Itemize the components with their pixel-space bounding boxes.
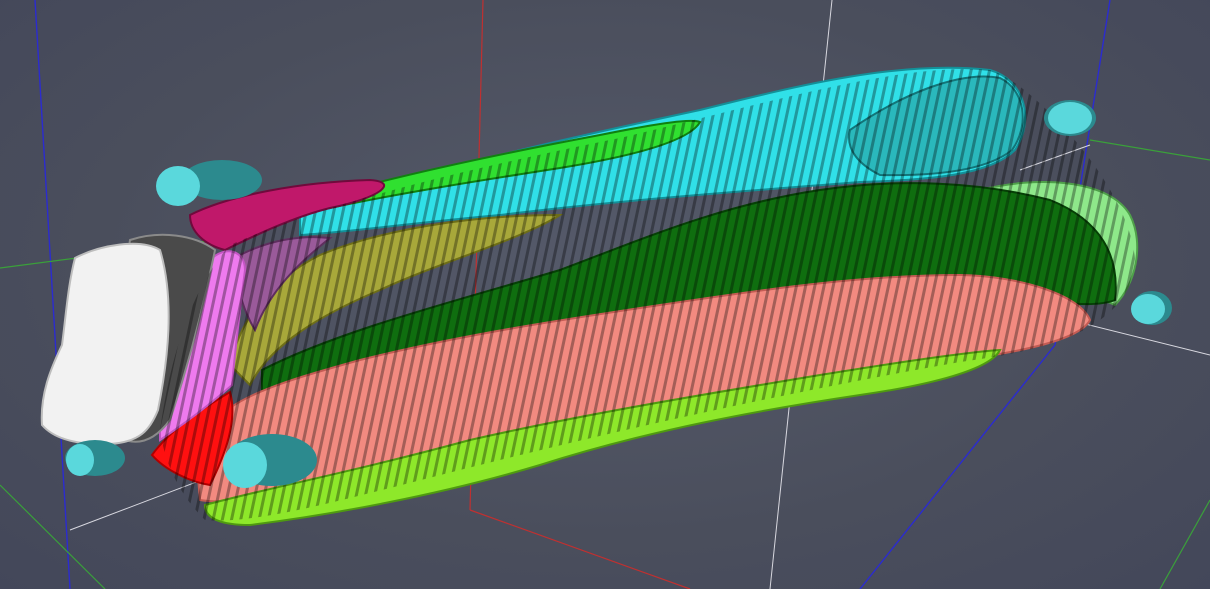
3d-viewport[interactable] bbox=[0, 0, 1210, 589]
y-axis-line-right bbox=[1089, 139, 1210, 161]
marker-disc[interactable] bbox=[1131, 291, 1172, 325]
x-axis-line-lower bbox=[469, 509, 691, 589]
y-axis-line-bottom-left bbox=[0, 484, 106, 589]
z-axis-line-left bbox=[34, 0, 71, 589]
marker-disc[interactable] bbox=[1044, 100, 1096, 136]
marker-disc[interactable] bbox=[65, 440, 125, 476]
segment-white[interactable] bbox=[40, 242, 170, 446]
volume-render-scene[interactable] bbox=[0, 0, 1210, 589]
y-axis-line-bottom-right bbox=[1159, 499, 1210, 589]
